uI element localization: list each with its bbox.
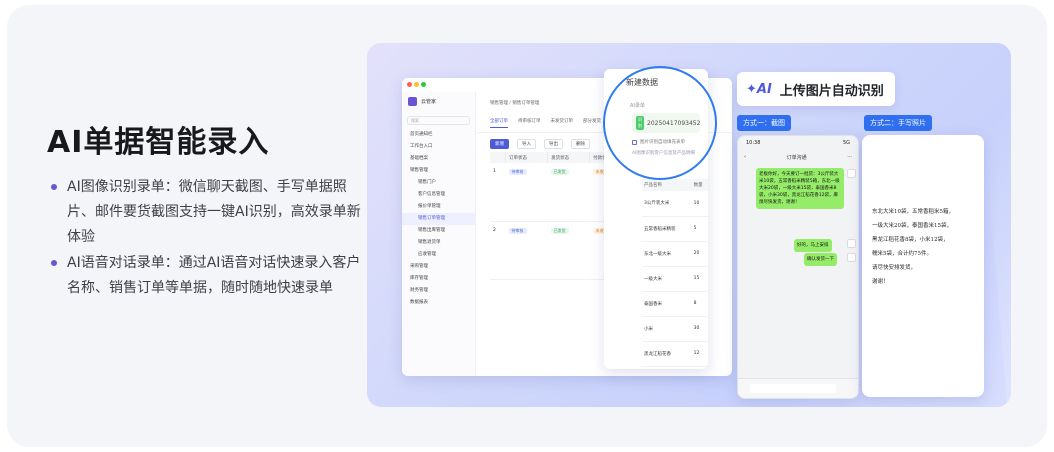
- avatar: [847, 169, 856, 178]
- bullet-item: AI图像识别录单：微信聊天截图、手写单据照片、邮件要货截图支持一键AI识别，高效…: [49, 175, 369, 250]
- method-chip-screenshot: 方式一：截图: [737, 115, 791, 131]
- sidebar-item[interactable]: 采购管理: [402, 261, 475, 273]
- tab-partial-shipped[interactable]: 部分发货: [583, 118, 601, 128]
- product-table: 产品名称 数量 3公斤装大米 10 五常香稻米精装 5 东北一级大米 20 一级大米 15 泰国…: [642, 179, 708, 367]
- column-header: [490, 152, 507, 163]
- tab-all-orders[interactable]: 全部订单: [490, 118, 508, 128]
- sidebar-item[interactable]: 财务管理: [402, 285, 475, 297]
- handwritten-line: 东北大米10袋，五常香稻米5箱，: [872, 209, 954, 215]
- import-button[interactable]: 导入: [517, 139, 536, 149]
- sidebar-item[interactable]: 应收管理: [402, 249, 475, 261]
- close-dot-icon[interactable]: [407, 82, 412, 87]
- sidebar-item[interactable]: 销售退货单: [402, 237, 475, 249]
- sidebar-item[interactable]: 销售订单管理: [402, 213, 475, 225]
- minimize-dot-icon[interactable]: [414, 82, 419, 87]
- table-row[interactable]: 泰国香米 8: [642, 291, 708, 317]
- more-icon[interactable]: ···: [847, 154, 852, 161]
- column-header: 数量: [691, 179, 708, 191]
- bullet-item: AI语音对话录单：通过AI语音对话快速录入客户名称、销售订单等单据，随时随地快速…: [49, 251, 369, 301]
- sidebar-item[interactable]: 首页通知栏: [402, 129, 475, 141]
- handwritten-note-photo: 东北大米10袋，五常香稻米5箱， 一级大米20袋，泰国香米15袋， 黑龙江稻花香8袋…: [862, 135, 984, 397]
- avatar: [847, 239, 856, 248]
- chat-input[interactable]: [750, 384, 836, 393]
- chat-message: 老板你好，今天要订一批货：3公斤装大米10袋，五常香稻米精装5箱，东北一级大米2…: [756, 168, 844, 209]
- sidebar-item[interactable]: 客户信息管理: [402, 189, 475, 201]
- maximize-dot-icon[interactable]: [421, 82, 426, 87]
- magnify-highlight-circle: [603, 66, 717, 180]
- sidebar-item[interactable]: 数据报表: [402, 297, 475, 309]
- avatar: [847, 253, 856, 262]
- sidebar-item[interactable]: 工作台入口: [402, 141, 475, 153]
- app-brand: 云管家: [402, 92, 475, 110]
- sidebar-item[interactable]: 销售管理: [402, 165, 475, 177]
- status-badge: 已发货: [550, 227, 569, 234]
- phone-chat-screenshot: 10:38 5G ‹ 订单沟通 ··· 老板你好，今天要订一批货：3公斤装大米10袋，…: [737, 135, 859, 399]
- app-logo-icon: [408, 96, 417, 106]
- delete-button[interactable]: 删除: [571, 139, 590, 149]
- table-row[interactable]: 3公斤装大米 10: [642, 191, 708, 217]
- feature-bullets: AI图像识别录单：微信聊天截图、手写单据照片、邮件要货截图支持一键AI识别，高效…: [49, 175, 369, 302]
- sidebar-item[interactable]: 报价单管理: [402, 201, 475, 213]
- chat-message: 好的，马上安排: [794, 239, 832, 252]
- sidebar-item[interactable]: 库存管理: [402, 273, 475, 285]
- sidebar-search-input[interactable]: 搜索: [407, 116, 470, 125]
- handwritten-line: 糯米5袋，合计约75件。: [872, 251, 932, 257]
- upload-banner[interactable]: ✦AI 上传图片自动识别: [737, 72, 895, 106]
- sidebar-menu: 首页通知栏 工作台入口 基础档案 销售管理 销售门户 客户信息管理 报价单管理 销售订单管理销…: [402, 129, 475, 309]
- sidebar-item[interactable]: 销售门户: [402, 177, 475, 189]
- status-badge: 已发货: [550, 169, 569, 175]
- back-icon[interactable]: ‹: [744, 154, 746, 161]
- table-row[interactable]: 小米 30: [642, 316, 708, 342]
- add-button[interactable]: 新增: [490, 139, 509, 149]
- handwritten-line: 谢谢！: [872, 279, 889, 285]
- feature-card: AI单据智能录入 AI图像识别录单：微信聊天截图、手写单据照片、邮件要货截图支持…: [7, 5, 1047, 447]
- handwritten-line: 黑龙江稻花香8袋，小米12袋，: [872, 237, 949, 243]
- handwritten-line: 一级大米20袋，泰国香米15袋，: [872, 223, 952, 229]
- chat-message: 确认发货一下: [804, 253, 837, 266]
- column-header: 产品名称: [642, 179, 692, 191]
- table-row[interactable]: 一级大米 15: [642, 266, 708, 292]
- tab-pending-review[interactable]: 待审核订单: [518, 118, 541, 128]
- status-badge: 待审核: [508, 169, 527, 175]
- bullet-dot-icon: [51, 184, 57, 190]
- chat-header: ‹ 订单沟通 ···: [744, 154, 852, 161]
- column-header[interactable]: 发货状态: [547, 152, 591, 163]
- export-button[interactable]: 导出: [544, 139, 563, 149]
- table-row[interactable]: 东北一级大米 20: [642, 241, 708, 267]
- tab-unshipped[interactable]: 未发货订单: [551, 118, 574, 128]
- bullet-dot-icon: [51, 260, 57, 266]
- sidebar-item[interactable]: 销售出库管理: [402, 225, 475, 237]
- column-header[interactable]: 订单状态: [505, 152, 549, 163]
- phone-status-bar: 10:38 5G: [746, 140, 850, 146]
- chat-input-bar: [738, 378, 858, 398]
- sidebar: 云管家 搜索 首页通知栏 工作台入口 基础档案 销售管理 销售门户 客户信息管理 报价单管理…: [402, 92, 476, 376]
- table-row[interactable]: 黑龙江稻花香 12: [642, 341, 708, 367]
- table-row[interactable]: 五常香稻米精装 5: [642, 216, 708, 242]
- sidebar-item[interactable]: 基础档案: [402, 153, 475, 165]
- status-badge: 待审核: [508, 227, 527, 234]
- handwritten-line: 请尽快安排发货，: [872, 265, 917, 271]
- method-chip-handwritten: 方式二：手写照片: [864, 115, 932, 131]
- product-showcase: 云管家 搜索 首页通知栏 工作台入口 基础档案 销售管理 销售门户 客户信息管理 报价单管理…: [367, 43, 1011, 407]
- feature-title: AI单据智能录入: [47, 125, 270, 160]
- ai-sparkle-icon: ✦AI: [746, 81, 772, 97]
